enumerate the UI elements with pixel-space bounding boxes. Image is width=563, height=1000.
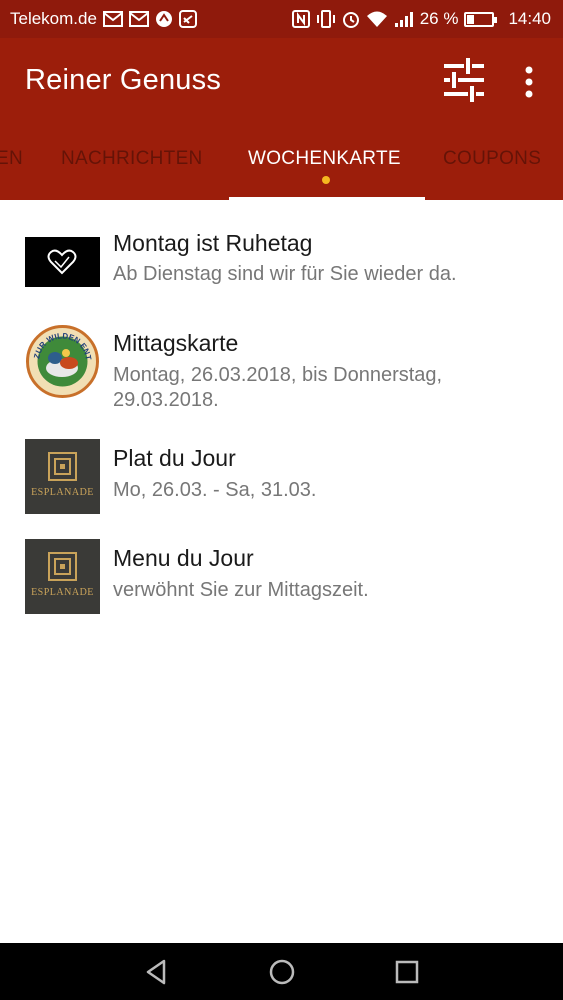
mail-icon — [102, 9, 123, 29]
item-title: Montag ist Ruhetag — [113, 230, 313, 256]
tune-icon — [444, 58, 484, 102]
heart-icon — [47, 249, 77, 275]
back-triangle-icon — [146, 959, 166, 985]
back-button[interactable] — [140, 955, 174, 989]
logo-text: ESPLANADE — [31, 487, 94, 498]
more-vert-icon — [525, 66, 533, 98]
list-item[interactable]: ESPLANADE Menu du Jour verwöhnt Sie zur … — [0, 530, 563, 630]
heart-logo-thumbnail — [25, 237, 100, 287]
item-title: Plat du Jour — [113, 445, 236, 471]
nfc-icon — [291, 9, 310, 29]
sync-icon — [155, 9, 173, 29]
battery-icon — [464, 11, 498, 27]
tab-notification-dot — [322, 176, 330, 184]
esplanade-emblem-icon — [48, 452, 77, 481]
duck-logo-icon: ZUR WILDEN ENTE — [25, 324, 99, 398]
alarm-icon — [342, 9, 360, 29]
home-circle-icon — [269, 959, 295, 985]
home-button[interactable] — [265, 955, 299, 989]
page-title: Reiner Genuss — [25, 64, 222, 96]
item-title: Mittagskarte — [113, 330, 239, 356]
system-navigation-bar — [0, 943, 563, 1000]
tab-partial[interactable]: EN — [0, 148, 23, 170]
tab-wochenkarte[interactable]: WOCHENKARTE — [248, 148, 401, 170]
tab-bar: EN NACHRICHTEN WOCHENKARTE COUPONS — [0, 126, 563, 200]
list-item[interactable]: Montag ist Ruhetag Ab Dienstag sind wir … — [0, 200, 563, 310]
item-subtitle: Mo, 26.03. - Sa, 31.03. — [113, 479, 317, 501]
logo-text: ESPLANADE — [31, 587, 94, 598]
clock: 14:40 — [508, 9, 551, 28]
status-bar-left: Telekom.de — [10, 9, 197, 29]
item-title: Menu du Jour — [113, 545, 254, 571]
list-item[interactable]: ESPLANADE Plat du Jour Mo, 26.03. - Sa, … — [0, 430, 563, 530]
wifi-icon — [366, 9, 388, 29]
item-subtitle: Ab Dienstag sind wir für Sie wieder da. — [113, 263, 457, 285]
battery-fill — [467, 14, 475, 24]
more-options-button[interactable] — [514, 60, 544, 104]
esplanade-logo-thumbnail: ESPLANADE — [25, 539, 100, 614]
item-subtitle: verwöhnt Sie zur Mittagszeit. — [113, 579, 369, 601]
carrier-label: Telekom.de — [10, 9, 97, 28]
esplanade-logo-thumbnail: ESPLANADE — [25, 439, 100, 514]
signal-icon — [394, 9, 414, 29]
status-bar: Telekom.de 26 % 14:40 — [0, 0, 563, 38]
item-subtitle: Montag, 26.03.2018, bis Donnerstag, 29.0… — [113, 364, 443, 411]
vibrate-icon — [316, 9, 336, 29]
wilde-ente-logo-thumbnail: ZUR WILDEN ENTE — [25, 324, 100, 399]
recents-square-icon — [395, 960, 419, 984]
app-notification-icon — [178, 9, 197, 29]
status-bar-right: 26 % 14:40 — [291, 9, 551, 29]
tab-coupons[interactable]: COUPONS — [443, 148, 541, 170]
tab-nachrichten[interactable]: NACHRICHTEN — [61, 148, 203, 170]
app-bar: Reiner Genuss — [0, 38, 563, 126]
recent-apps-button[interactable] — [390, 955, 424, 989]
battery-percent: 26 % — [419, 9, 459, 28]
esplanade-emblem-icon — [48, 552, 77, 581]
filter-button[interactable] — [442, 58, 486, 102]
mail-icon — [128, 9, 149, 29]
list-item[interactable]: ZUR WILDEN ENTE Mittagskarte Montag, 26.… — [0, 310, 563, 430]
